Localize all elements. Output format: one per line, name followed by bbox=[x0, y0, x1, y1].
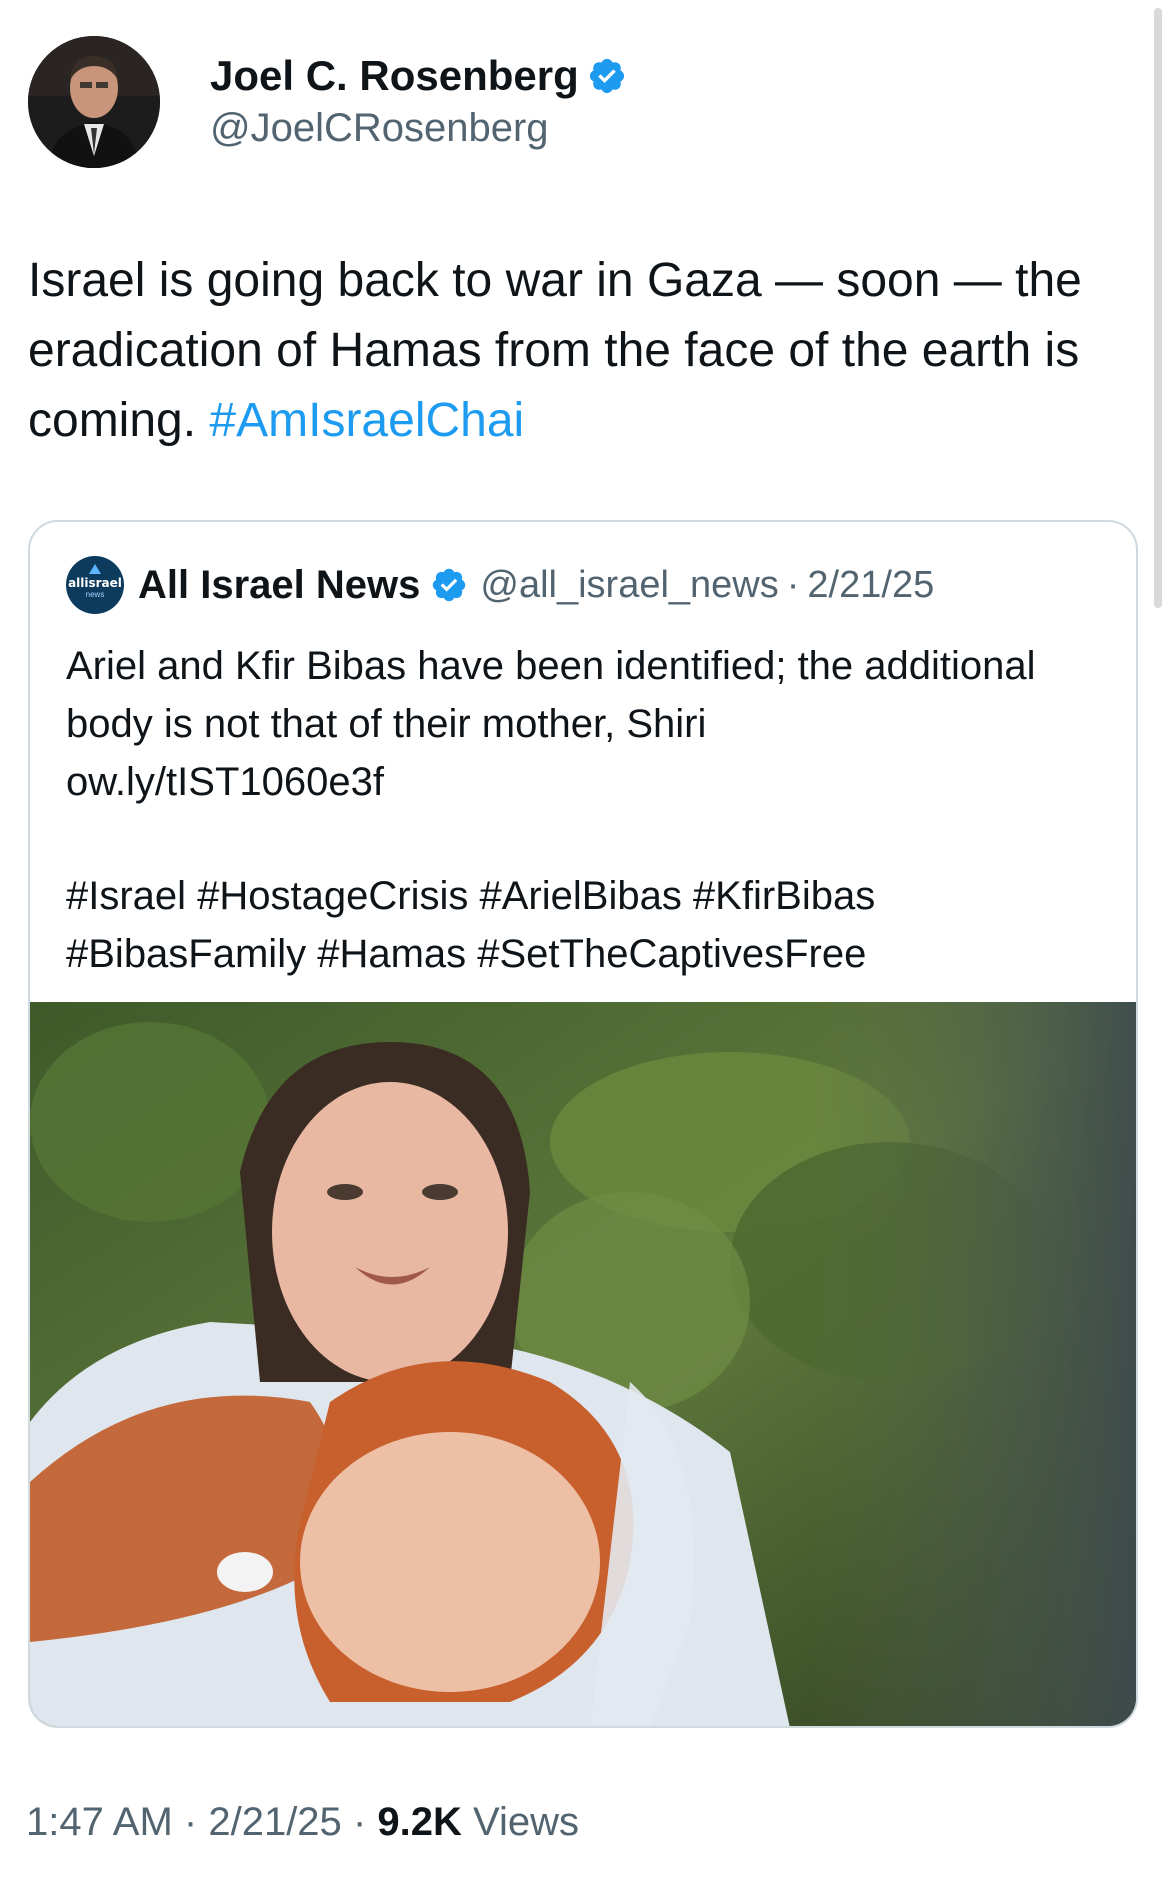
quote-body: Ariel and Kfir Bibas have been identifie… bbox=[66, 644, 1036, 746]
verified-badge-icon bbox=[433, 568, 466, 602]
views-count[interactable]: 9.2K bbox=[377, 1800, 462, 1844]
quote-display-name[interactable]: All Israel News bbox=[138, 563, 420, 608]
tweet-text: Israel is going back to war in Gaza — so… bbox=[28, 246, 1148, 456]
quote-header: allisrael news All Israel News @all_isra… bbox=[66, 556, 934, 614]
quote-hashtags: #Israel #HostageCrisis #ArielBibas #Kfir… bbox=[66, 867, 1106, 983]
views-label: Views bbox=[473, 1800, 579, 1844]
author-text: Joel C. Rosenberg @JoelCRosenberg bbox=[210, 50, 627, 154]
quote-link[interactable]: ow.ly/tIST1060e3f bbox=[66, 753, 1106, 811]
quote-date[interactable]: 2/21/25 bbox=[807, 564, 934, 607]
tweet-time[interactable]: 1:47 AM bbox=[26, 1800, 173, 1844]
quote-avatar-logo[interactable]: allisrael news bbox=[66, 556, 124, 614]
avatar[interactable] bbox=[28, 36, 160, 168]
tweet-meta: 1:47 AM · 2/21/25 · 9.2K Views bbox=[26, 1800, 579, 1845]
quote-media-image[interactable] bbox=[30, 1002, 1136, 1726]
separator-dot: · bbox=[352, 1800, 367, 1844]
name-row: Joel C. Rosenberg bbox=[210, 50, 627, 102]
quoted-tweet-card[interactable]: allisrael news All Israel News @all_isra… bbox=[28, 520, 1138, 1728]
tweet-body: Israel is going back to war in Gaza — so… bbox=[28, 254, 1082, 447]
author-handle[interactable]: @JoelCRosenberg bbox=[210, 102, 627, 154]
quote-text: Ariel and Kfir Bibas have been identifie… bbox=[66, 637, 1106, 811]
quote-handle[interactable]: @all_israel_news bbox=[480, 564, 778, 607]
quote-hashtags-line-2[interactable]: #BibasFamily #Hamas #SetTheCaptivesFree bbox=[66, 925, 1106, 983]
display-name[interactable]: Joel C. Rosenberg bbox=[210, 50, 579, 102]
separator-dot: · bbox=[786, 563, 800, 606]
verified-badge-icon bbox=[589, 58, 624, 94]
scrollbar[interactable] bbox=[1154, 8, 1162, 608]
logo-subtext: news bbox=[85, 590, 105, 599]
tweet-date[interactable]: 2/21/25 bbox=[208, 1800, 341, 1844]
logo-triangle-icon bbox=[89, 564, 101, 574]
separator-dot: · bbox=[183, 1800, 198, 1844]
quote-hashtags-line-1[interactable]: #Israel #HostageCrisis #ArielBibas #Kfir… bbox=[66, 867, 1106, 925]
hashtag-link[interactable]: #AmIsraelChai bbox=[209, 394, 524, 447]
logo-text: allisrael bbox=[68, 576, 122, 590]
tweet-author[interactable]: Joel C. Rosenberg @JoelCRosenberg bbox=[28, 36, 627, 168]
